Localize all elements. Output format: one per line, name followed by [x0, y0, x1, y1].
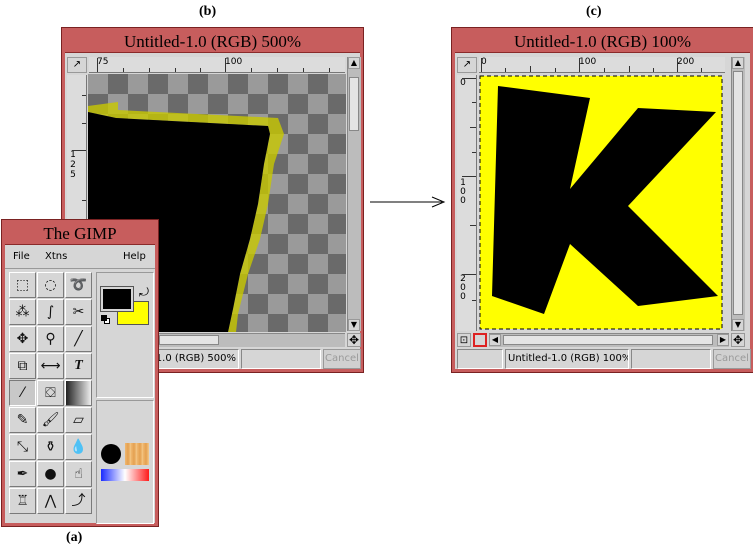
menu-arrow-icon[interactable]: ↗	[67, 57, 87, 73]
scroll-down-icon[interactable]: ▼	[732, 319, 744, 331]
clone-icon[interactable]: ⚱	[37, 434, 64, 460]
ruler-label: 75	[97, 57, 109, 67]
horizontal-ruler: 75 100	[89, 57, 345, 73]
toolbox-title[interactable]: The GIMP	[5, 223, 155, 245]
path-icon[interactable]: ⋀	[37, 488, 64, 514]
ellipse-select-icon[interactable]: ◌	[37, 272, 64, 298]
color-area: ⤾	[96, 272, 154, 398]
airbrush-icon[interactable]: ⤡	[9, 434, 36, 460]
text-icon[interactable]: T	[65, 353, 92, 379]
navigate-icon[interactable]: ✥	[347, 333, 361, 347]
ruler-label: 100	[579, 57, 597, 67]
cancel-button[interactable]: Cancel	[323, 349, 361, 369]
window-title[interactable]: Untitled-1.0 (RGB) 100%	[455, 31, 750, 53]
ruler-label: 200	[677, 57, 695, 67]
eraser-icon[interactable]: ▱	[65, 407, 92, 433]
swap-colors-icon[interactable]: ⤾	[139, 285, 149, 300]
menu-bar: File Xtns Help	[5, 245, 155, 269]
bezier-select-icon[interactable]: ∫	[37, 299, 64, 325]
progress-field	[241, 349, 321, 369]
scissors-select-icon[interactable]: ✂	[65, 299, 92, 325]
pencil-icon[interactable]: ✎	[9, 407, 36, 433]
dodge-burn-icon[interactable]: ●	[37, 461, 64, 487]
scroll-up-icon[interactable]: ▲	[732, 57, 744, 69]
progress-field	[631, 349, 711, 369]
cancel-button[interactable]: Cancel	[713, 349, 751, 369]
horizontal-ruler: 0 100 200	[479, 57, 725, 73]
paintbrush-icon[interactable]: 🖌	[37, 407, 64, 433]
figure-label-b: (b)	[199, 4, 217, 19]
scroll-thumb[interactable]	[159, 335, 219, 345]
scroll-right-icon[interactable]: ▶	[717, 334, 729, 346]
ruler-label: 2	[70, 160, 76, 170]
convolve-icon[interactable]: 💧	[65, 434, 92, 460]
brush-preview-icon[interactable]	[101, 444, 121, 464]
navigate-icon[interactable]: ✥	[731, 333, 745, 347]
status-text: Untitled-1.0 (RGB) 100%	[505, 349, 629, 369]
menu-arrow-icon[interactable]: ↗	[457, 57, 477, 73]
scroll-thumb[interactable]	[503, 335, 713, 345]
figure-label-c: (c)	[586, 4, 602, 19]
move-icon[interactable]: ✥	[9, 326, 36, 352]
figure-label-a: (a)	[66, 530, 83, 545]
scroll-left-icon[interactable]: ◀	[489, 334, 501, 346]
ruler-label: 100	[225, 57, 243, 67]
window-title[interactable]: Untitled-1.0 (RGB) 500%	[65, 31, 360, 53]
menu-file[interactable]: File	[13, 251, 30, 262]
magnify-icon[interactable]: ⚲	[37, 326, 64, 352]
vertical-ruler: 0 1 0 0 2 0 0	[457, 75, 477, 331]
image-window-100: Untitled-1.0 (RGB) 100% ↗ 0 100 200 0 1 …	[451, 27, 753, 373]
quickmask-off-icon[interactable]: ⊡	[457, 333, 471, 347]
flip-icon[interactable]: ⟷	[37, 353, 64, 379]
menu-xtns[interactable]: Xtns	[45, 251, 67, 262]
blend-icon[interactable]	[65, 380, 92, 406]
ruler-label: 0	[460, 78, 466, 88]
scroll-thumb[interactable]	[349, 77, 359, 131]
bucket-fill-icon[interactable]: ⛋	[37, 380, 64, 406]
smudge-icon[interactable]: ☝	[65, 461, 92, 487]
vertical-scrollbar[interactable]: ▲ ▼	[731, 57, 745, 331]
scroll-up-icon[interactable]: ▲	[348, 57, 360, 69]
lasso-select-icon[interactable]: ➰	[65, 272, 92, 298]
iscissors-icon[interactable]: ⤴	[65, 488, 92, 514]
vertical-scrollbar[interactable]: ▲ ▼	[347, 57, 361, 331]
ink-icon[interactable]: ✒	[9, 461, 36, 487]
default-colors-icon[interactable]	[101, 315, 111, 325]
pattern-preview-icon[interactable]	[125, 443, 149, 465]
measure-icon[interactable]: ♖	[9, 488, 36, 514]
ruler-label: 0	[460, 196, 466, 206]
color-picker-icon[interactable]: ⁄	[9, 380, 36, 406]
status-bar: Untitled-1.0 (RGB) 100% Cancel	[457, 349, 752, 369]
status-coords	[457, 349, 503, 369]
quickmask-on-icon[interactable]	[473, 333, 487, 347]
rect-select-icon[interactable]: ⬚	[9, 272, 36, 298]
transition-arrow	[370, 196, 446, 208]
magic-wand-icon[interactable]: ⁂	[9, 299, 36, 325]
scroll-down-icon[interactable]: ▼	[348, 319, 360, 331]
ruler-label: 0	[460, 292, 466, 302]
ruler-label: 5	[70, 170, 76, 180]
k-letter-image	[479, 75, 723, 330]
horizontal-scrollbar[interactable]: ◀ ▶	[489, 333, 729, 347]
image-canvas[interactable]	[478, 74, 725, 331]
gradient-preview-icon[interactable]	[101, 469, 149, 481]
ruler-label: 1	[70, 150, 76, 160]
toolbox-window: The GIMP File Xtns Help ⬚ ◌ ➰ ⁂ ∫ ✂ ✥ ⚲ …	[1, 219, 159, 527]
scroll-thumb[interactable]	[733, 71, 743, 315]
brush-pattern-area	[96, 400, 154, 524]
menu-help[interactable]: Help	[123, 251, 146, 262]
transform-icon[interactable]: ⧉	[9, 353, 36, 379]
foreground-color-swatch[interactable]	[100, 286, 134, 312]
crop-icon[interactable]: ╱	[65, 326, 92, 352]
